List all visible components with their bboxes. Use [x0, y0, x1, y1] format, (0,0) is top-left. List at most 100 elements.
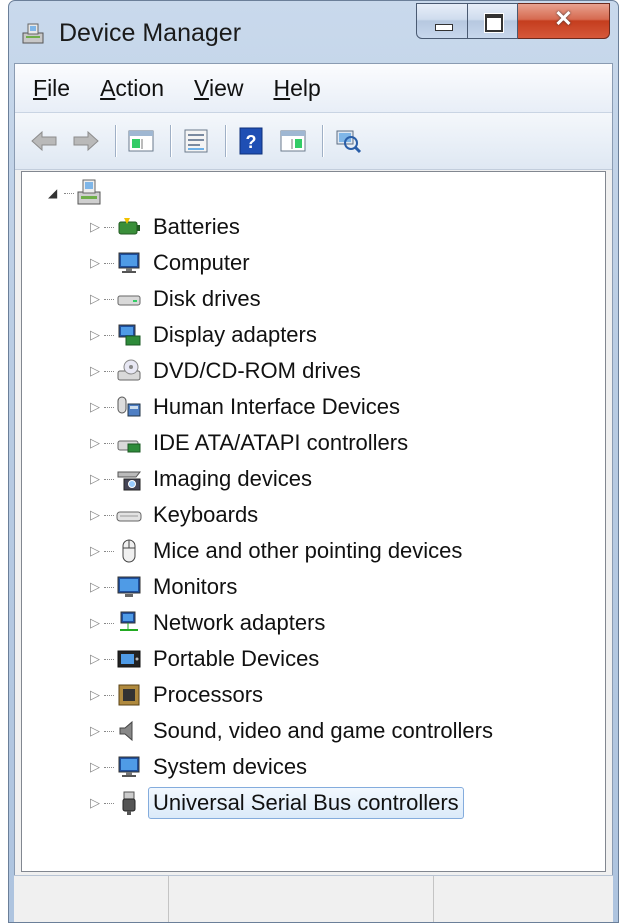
tree-connector: [104, 586, 114, 588]
help-button[interactable]: ?: [236, 126, 266, 156]
menu-help[interactable]: Help: [273, 75, 320, 102]
tree-node[interactable]: ▷ Computer: [90, 246, 255, 280]
menu-view[interactable]: View: [194, 75, 243, 102]
action-pane-button[interactable]: [278, 126, 308, 156]
close-icon: ✕: [554, 6, 573, 31]
tree-node[interactable]: ▷ DVD/CD-ROM drives: [90, 354, 366, 388]
menu-bar: File Action View Help: [15, 64, 612, 113]
tree-node-label: Imaging devices: [153, 466, 312, 491]
title-bar[interactable]: Device Manager ✕: [9, 1, 618, 63]
tree-node[interactable]: ▷ Mice and other pointing devices: [90, 534, 467, 568]
back-button[interactable]: [29, 126, 59, 156]
show-hide-console-tree-icon: [128, 130, 154, 152]
monitor-icon: [116, 574, 142, 600]
properties-button[interactable]: [181, 126, 211, 156]
tree-node[interactable]: ▷ Sound, video and game controllers: [90, 714, 498, 748]
tree-connector: [104, 550, 114, 552]
dvd-drive-icon: [116, 358, 142, 384]
tree-connector: [104, 406, 114, 408]
tree-node[interactable]: ▷ System devices: [90, 750, 312, 784]
expand-arrow-icon[interactable]: ▷: [90, 759, 102, 775]
expand-arrow-icon[interactable]: ▷: [90, 687, 102, 703]
tree-connector: [64, 192, 74, 194]
show-hide-console-tree-button[interactable]: [126, 126, 156, 156]
tree-connector: [104, 622, 114, 624]
svg-text:?: ?: [246, 132, 257, 152]
status-pane-1: [14, 876, 169, 922]
disk-drive-icon: [116, 286, 142, 312]
expand-arrow-icon[interactable]: ▷: [90, 507, 102, 523]
forward-icon: [73, 130, 99, 152]
tree-node-label: Computer: [153, 250, 250, 275]
tree-connector: [104, 262, 114, 264]
expand-arrow-icon[interactable]: ▷: [90, 723, 102, 739]
expand-arrow-icon[interactable]: ▷: [90, 579, 102, 595]
menu-view-accel: V: [194, 74, 209, 101]
expand-arrow-icon[interactable]: ▷: [90, 471, 102, 487]
tree-node-label: Batteries: [153, 214, 240, 239]
tree-node[interactable]: ▷ Network adapters: [90, 606, 330, 640]
menu-help-label: elp: [290, 74, 321, 101]
tree-node-label: IDE ATA/ATAPI controllers: [153, 430, 409, 455]
expand-arrow-icon[interactable]: ▷: [90, 615, 102, 631]
menu-file-label: ile: [47, 74, 71, 101]
ide-controller-icon: [116, 430, 142, 456]
tree-node[interactable]: ▷ Monitors: [90, 570, 242, 604]
device-manager-icon: [22, 23, 44, 44]
expand-arrow-icon[interactable]: ▷: [90, 219, 102, 235]
tree-node-label: Sound, video and game controllers: [153, 718, 493, 743]
device-manager-window: Device Manager ✕ File Action View Help ?…: [8, 0, 619, 923]
tree-node[interactable]: ▷ Disk drives: [90, 282, 266, 316]
action-pane-icon: [280, 130, 306, 152]
window-title: Device Manager: [59, 19, 242, 47]
expand-arrow-icon[interactable]: ▷: [90, 795, 102, 811]
battery-icon: [116, 214, 142, 240]
tree-connector: [104, 730, 114, 732]
expand-arrow-icon[interactable]: ▷: [90, 327, 102, 343]
tree-node[interactable]: ▷ Display adapters: [90, 318, 322, 352]
help-icon: ?: [239, 127, 263, 155]
tree-node[interactable]: ▷ Keyboards: [90, 498, 263, 532]
expand-arrow-icon[interactable]: ▷: [90, 255, 102, 271]
properties-icon: [184, 129, 208, 153]
tree-node-label: Network adapters: [153, 610, 326, 635]
status-pane-2: [169, 876, 434, 922]
menu-action-label: ction: [115, 74, 165, 101]
tree-connector: [104, 658, 114, 660]
tree-connector: [104, 298, 114, 300]
tree-node[interactable]: ▷ Processors: [90, 678, 268, 712]
tree-node[interactable]: ▷ Human Interface Devices: [90, 390, 405, 424]
collapse-arrow-icon[interactable]: ◢: [48, 186, 64, 200]
tree-node-label: Disk drives: [153, 286, 261, 311]
network-adapter-icon: [116, 610, 142, 636]
expand-arrow-icon[interactable]: ▷: [90, 651, 102, 667]
tree-node[interactable]: ▷ IDE ATA/ATAPI controllers: [90, 426, 413, 460]
menu-action[interactable]: Action: [100, 75, 164, 102]
tree-root[interactable]: ◢: [48, 178, 102, 208]
usb-icon: [116, 790, 142, 816]
tree-connector: [104, 478, 114, 480]
back-icon: [31, 130, 57, 152]
menu-file-accel: F: [33, 74, 48, 101]
menu-file[interactable]: File: [33, 75, 70, 102]
tree-node-label: System devices: [153, 754, 308, 779]
close-button[interactable]: ✕: [518, 3, 610, 39]
device-tree[interactable]: ◢ ▷ Batteries ▷ Computer ▷ Disk drives ▷ Displa…: [21, 171, 606, 872]
tree-node-label: Processors: [153, 682, 264, 707]
expand-arrow-icon[interactable]: ▷: [90, 435, 102, 451]
tree-node[interactable]: ▷ Universal Serial Bus controllers: [90, 786, 464, 820]
maximize-button[interactable]: [468, 3, 518, 39]
minimize-button[interactable]: [416, 3, 468, 39]
tree-node[interactable]: ▷ Portable Devices: [90, 642, 324, 676]
expand-arrow-icon[interactable]: ▷: [90, 399, 102, 415]
tree-connector: [104, 226, 114, 228]
tree-node[interactable]: ▷ Batteries: [90, 210, 245, 244]
scan-hardware-button[interactable]: [333, 126, 363, 156]
forward-button[interactable]: [71, 126, 101, 156]
expand-arrow-icon[interactable]: ▷: [90, 363, 102, 379]
expand-arrow-icon[interactable]: ▷: [90, 543, 102, 559]
expand-arrow-icon[interactable]: ▷: [90, 291, 102, 307]
minimize-icon: [435, 24, 453, 31]
tree-node[interactable]: ▷ Imaging devices: [90, 462, 317, 496]
system-device-icon: [116, 754, 142, 780]
